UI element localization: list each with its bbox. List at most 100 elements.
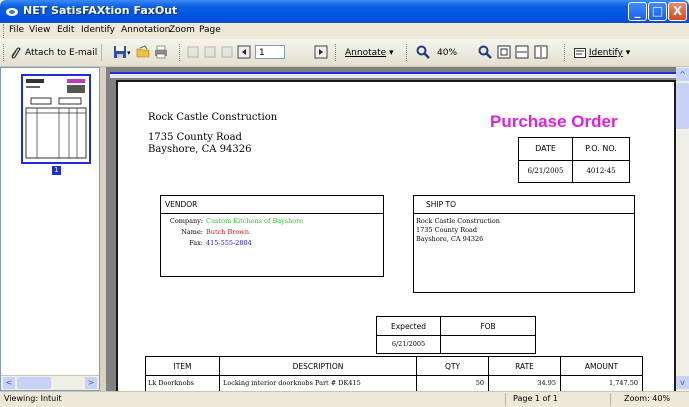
menu-view[interactable]: View <box>29 25 50 35</box>
column-header-rate: RATE <box>515 362 534 371</box>
thumbnail-page-label: 1 <box>52 166 61 175</box>
row-rate: 34.95 <box>537 379 556 387</box>
satisfaxtion-app-icon <box>6 8 18 16</box>
status-viewing: Viewing: Intuit <box>4 394 62 403</box>
fob-header: FOB <box>480 322 496 331</box>
row-qty: 50 <box>475 379 484 387</box>
annotate-button[interactable]: Annotate ▾ <box>345 45 394 61</box>
expected-value: 6/21/2005 <box>391 340 426 348</box>
save-dropdown-arrow[interactable]: ▾ <box>127 45 131 61</box>
ship-to-line3: Bayshore, CA 94326 <box>416 235 484 243</box>
column-header-description: DESCRIPTION <box>292 362 344 371</box>
column-header-item: ITEM <box>173 362 192 371</box>
copy-page-icon[interactable] <box>220 45 234 59</box>
purchase-order-heading: Purchase Order <box>490 112 618 131</box>
fit-width-icon[interactable] <box>515 45 529 59</box>
page-thumbnail[interactable] <box>21 74 91 164</box>
vendor-company-value: Custom Kitchens of Bayshore <box>206 217 304 225</box>
status-bar: Viewing: Intuit Page 1 of 1 Zoom: 40% <box>0 391 689 407</box>
vendor-fax-value: 415-555-2804 <box>206 239 252 247</box>
scroll-down-button[interactable]: v <box>676 376 689 389</box>
paperclip-icon <box>11 47 21 59</box>
annotate-dropdown-arrow: ▾ <box>386 48 394 58</box>
page-number-field[interactable]: 1 <box>255 45 285 59</box>
ship-to-line2: 1735 County Road <box>416 226 478 234</box>
previous-page-icon[interactable] <box>203 45 217 59</box>
identify-card-icon <box>574 47 586 58</box>
company-address-line1: 1735 County Road <box>148 132 242 143</box>
toolbar-grip[interactable] <box>3 44 7 61</box>
next-page-icon[interactable] <box>314 45 328 59</box>
ship-to-box: SHIP TO Rock Castle Construction 1735 Co… <box>413 195 635 293</box>
row-amount: 1,747.50 <box>609 379 638 387</box>
maximize-button[interactable]: □ <box>648 2 667 21</box>
menu-identify[interactable]: Identify <box>81 25 115 35</box>
window-title: NET SatisFAXtion FaxOut <box>23 4 178 17</box>
toolbar-grip[interactable] <box>406 44 410 61</box>
vendor-fax-label: Fax: <box>189 239 203 247</box>
page-top-edge <box>110 72 676 78</box>
expected-header: Expected <box>391 322 426 331</box>
vendor-company-label: Company: <box>169 217 203 225</box>
print-icon[interactable] <box>154 45 168 59</box>
back-page-icon[interactable] <box>237 45 251 59</box>
toolbar-separator <box>101 44 102 61</box>
thumbnail-hscrollbar[interactable]: < > <box>1 375 99 390</box>
ship-to-header: SHIP TO <box>426 200 457 209</box>
menu-edit[interactable]: Edit <box>57 25 74 35</box>
vendor-name-value: Butch Brown <box>206 228 250 236</box>
po-number-value: 4012-45 <box>586 167 616 175</box>
date-po-box: DATE P.O. NO. 6/21/2005 4012-45 <box>518 137 630 183</box>
annotate-label: Annotate <box>345 48 387 58</box>
column-header-qty: QTY <box>444 362 461 371</box>
open-folder-icon[interactable] <box>136 45 150 59</box>
po-number-header: P.O. NO. <box>585 144 617 153</box>
row-description: Locking interior doorknobs Part # DK415 <box>223 379 361 387</box>
date-header: DATE <box>535 144 556 153</box>
toolbar-grip[interactable] <box>179 44 183 61</box>
fax-document-page: Rock Castle Construction 1735 County Roa… <box>116 80 676 401</box>
scroll-right-button[interactable]: > <box>85 377 97 389</box>
title-bar[interactable]: NET SatisFAXtion FaxOut _ □ X <box>0 0 689 23</box>
document-scroll-thumb[interactable] <box>676 83 689 129</box>
expected-fob-box: Expected FOB 6/21/2005 <box>376 316 536 354</box>
menu-annotation[interactable]: Annotation <box>121 25 170 35</box>
attach-email-label: Attach to E-mail <box>25 48 98 58</box>
identify-button[interactable]: Identify ▾ <box>574 45 630 61</box>
company-name: Rock Castle Construction <box>148 112 278 123</box>
scroll-left-button[interactable]: < <box>3 377 15 389</box>
zoom-in-icon[interactable] <box>478 45 492 59</box>
first-page-icon[interactable] <box>186 45 200 59</box>
menu-grip[interactable] <box>3 24 7 38</box>
vendor-box: VENDOR Company: Custom Kitchens of Baysh… <box>160 195 384 277</box>
company-address-line2: Bayshore, CA 94326 <box>148 144 252 155</box>
minimize-button[interactable]: _ <box>628 2 647 21</box>
status-page: Page 1 of 1 <box>513 394 558 403</box>
row-item: Lk Doorknobs <box>148 379 195 387</box>
toolbar-grip[interactable] <box>564 44 568 61</box>
close-button[interactable]: X <box>668 2 687 21</box>
save-icon[interactable] <box>113 45 127 59</box>
zoom-magnifier-icon[interactable] <box>416 45 430 59</box>
toolbar: Attach to E-mail ▾ 1 Annotate ▾ 40% Iden… <box>0 39 689 67</box>
page-thumbnail-preview <box>25 79 87 159</box>
vendor-header: VENDOR <box>165 200 198 209</box>
menu-bar: File View Edit Identify Annotation Zoom … <box>0 23 689 39</box>
menu-page[interactable]: Page <box>199 25 221 35</box>
ship-to-line1: Rock Castle Construction <box>416 217 500 225</box>
toolbar-grip[interactable] <box>335 44 339 61</box>
fit-height-icon[interactable] <box>534 45 548 59</box>
menu-zoom[interactable]: Zoom <box>169 25 195 35</box>
status-zoom: Zoom: 40% <box>624 394 671 403</box>
menu-file[interactable]: File <box>9 25 24 35</box>
zoom-level[interactable]: 40% <box>437 45 457 61</box>
thumbnail-panel: 1 < > <box>0 67 100 391</box>
column-header-amount: AMOUNT <box>584 362 619 371</box>
document-vscrollbar[interactable]: ^ v <box>676 67 689 391</box>
fit-page-icon[interactable] <box>497 45 511 59</box>
vendor-name-label: Name: <box>181 228 203 236</box>
date-value: 6/21/2005 <box>527 167 564 175</box>
scroll-up-button[interactable]: ^ <box>676 68 689 81</box>
identify-dropdown-arrow: ▾ <box>622 48 631 58</box>
thumbnail-scroll-thumb[interactable] <box>17 377 51 389</box>
